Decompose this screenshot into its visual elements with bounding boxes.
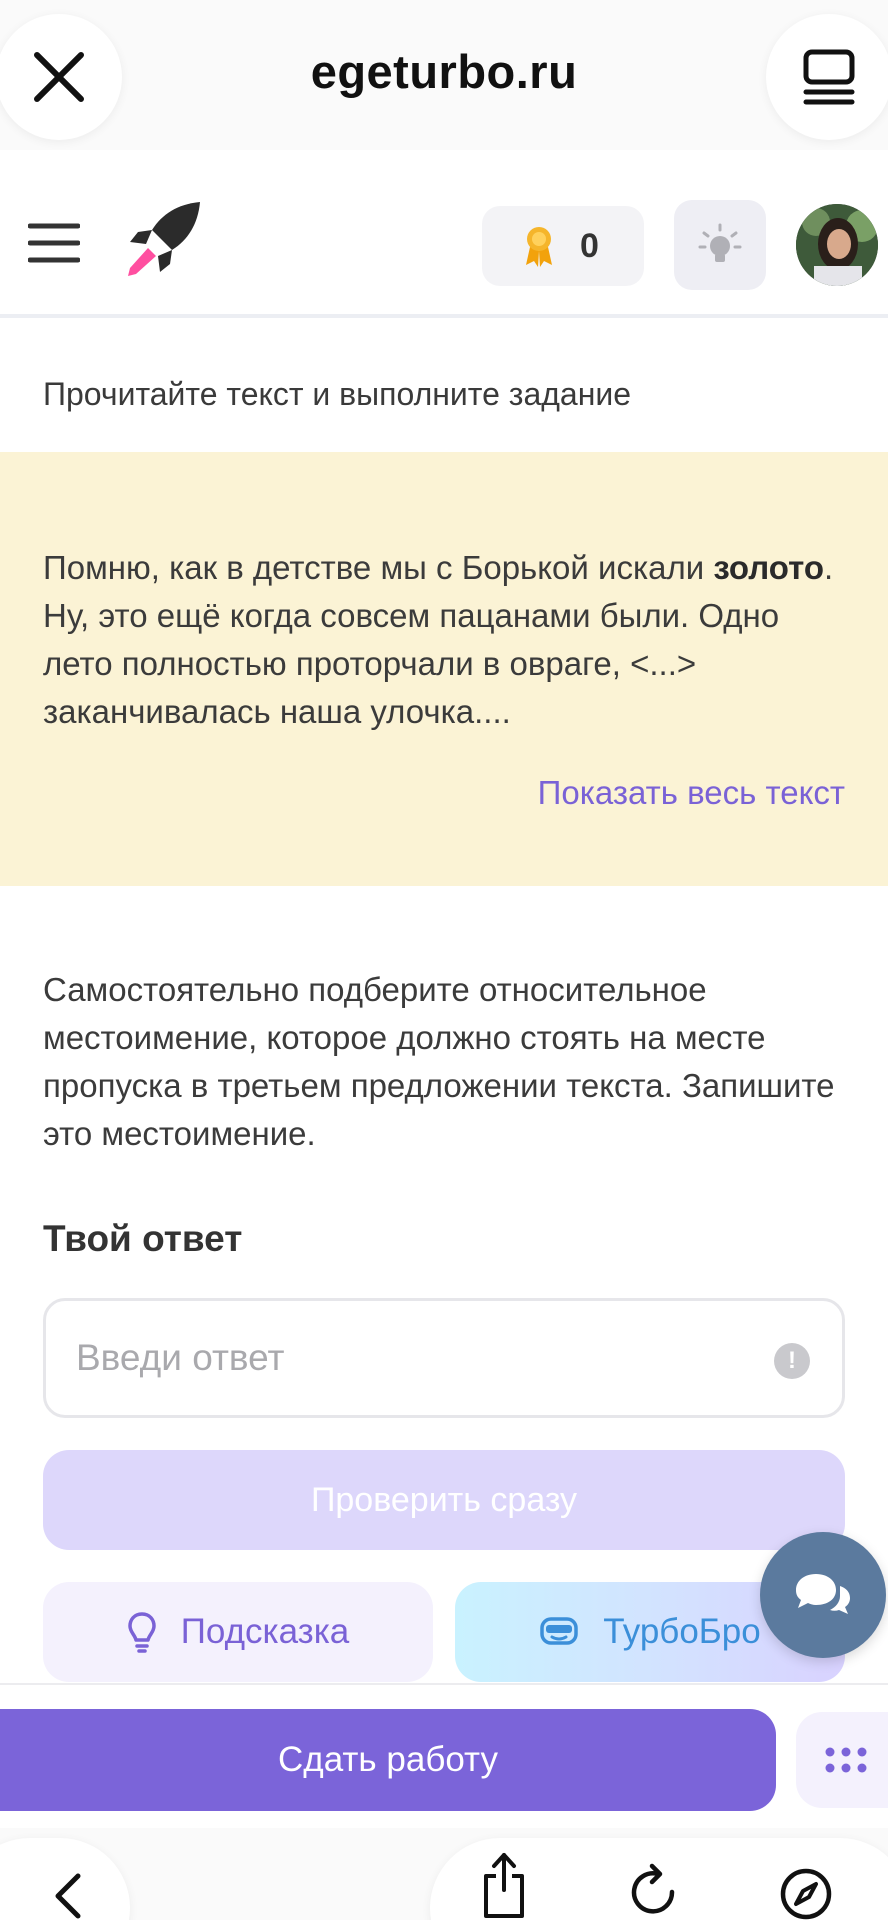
compass-icon[interactable] <box>778 1864 834 1920</box>
info-icon[interactable]: ! <box>774 1343 810 1379</box>
medal-icon <box>526 227 552 267</box>
rocket-icon[interactable] <box>126 200 202 278</box>
instruction-text: Прочитайте текст и выполните задание <box>43 376 632 412</box>
share-icon[interactable] <box>480 1850 528 1920</box>
lightbulb-icon <box>698 223 742 262</box>
hint-button-label: Подсказка <box>180 1612 350 1651</box>
awards-count: 0 <box>580 226 599 265</box>
answer-label: Твой ответ <box>43 1218 243 1259</box>
hint-button[interactable]: Подсказка <box>43 1582 433 1682</box>
tabs-button[interactable] <box>766 14 888 140</box>
tabs-icon <box>803 49 855 105</box>
turbobro-button-label: ТурбоБро <box>603 1612 761 1651</box>
task-text: Самостоятельно подберите относительное м… <box>43 971 835 1152</box>
lightbulb-icon <box>127 1612 156 1653</box>
reload-icon[interactable] <box>628 1862 682 1920</box>
awards-counter[interactable]: 0 <box>482 206 644 286</box>
theme-toggle-button[interactable] <box>674 200 766 290</box>
show-full-text-link[interactable]: Показать весь текст <box>538 774 845 812</box>
bottom-divider <box>0 1683 888 1685</box>
chat-icon <box>796 1574 850 1614</box>
dots-grid-icon <box>825 1747 867 1773</box>
excerpt-part-1: Помню, как в детстве мы с Борькой искали <box>43 549 714 586</box>
text-excerpt: Помню, как в детстве мы с Борькой искали… <box>43 544 853 736</box>
check-now-button[interactable]: Проверить сразу <box>43 1450 845 1550</box>
answer-field[interactable]: ! <box>43 1298 845 1418</box>
answer-input[interactable] <box>76 1301 756 1415</box>
menu-icon[interactable] <box>28 222 80 264</box>
submit-work-button[interactable]: Сдать работу <box>0 1709 776 1811</box>
avatar-image <box>796 204 878 286</box>
task-grid-button[interactable] <box>796 1712 888 1808</box>
back-icon[interactable] <box>50 1872 84 1920</box>
browser-url[interactable]: egeturbo.ru <box>0 44 888 99</box>
chat-button[interactable] <box>760 1532 886 1658</box>
excerpt-bold-word: золото <box>713 549 824 586</box>
user-avatar[interactable] <box>796 204 878 286</box>
turbobro-icon <box>540 1617 579 1645</box>
